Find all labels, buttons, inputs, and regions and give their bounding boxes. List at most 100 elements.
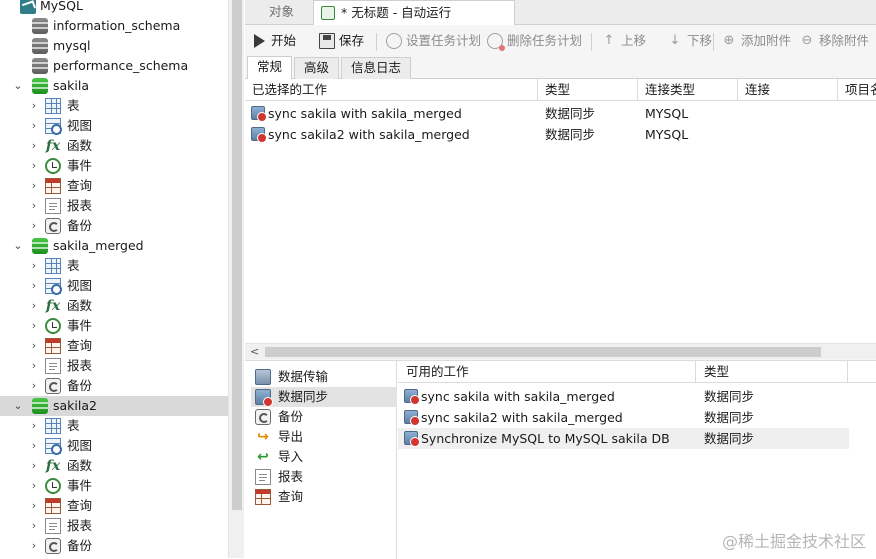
chevron-right-icon[interactable]: ›: [28, 216, 40, 236]
column-header-type[interactable]: 类型: [696, 361, 848, 383]
chevron-down-icon[interactable]: ⌄: [12, 76, 24, 96]
job-type-report[interactable]: 报表: [251, 467, 397, 487]
tree-node-db-sakila-merged[interactable]: ⌄ sakila_merged: [0, 236, 228, 256]
chevron-right-icon[interactable]: ›: [28, 196, 40, 216]
table-row[interactable]: sync sakila2 with sakila_merged 数据同步: [398, 407, 849, 428]
tree-node-functions[interactable]: › fx 函数: [0, 456, 228, 476]
tree-node-views[interactable]: › 视图: [0, 116, 228, 136]
column-header-connection[interactable]: 连接: [738, 79, 838, 101]
automation-icon: [321, 6, 335, 20]
tab-objects[interactable]: 对象: [259, 0, 304, 25]
scroll-left-icon[interactable]: <: [250, 345, 259, 358]
tree-node-tables[interactable]: › 表: [0, 96, 228, 116]
job-type-cell: 数据同步: [704, 428, 844, 449]
chevron-right-icon[interactable]: ›: [28, 476, 40, 496]
table-row[interactable]: sync sakila2 with sakila_merged 数据同步 MYS…: [245, 124, 876, 145]
query-icon: [45, 498, 61, 514]
tab-advanced[interactable]: 高级: [294, 57, 339, 79]
table-row[interactable]: sync sakila with sakila_merged 数据同步 MYSQ…: [245, 103, 876, 124]
tab-automation[interactable]: * 无标题 - 自动运行: [313, 0, 515, 25]
chevron-right-icon[interactable]: ›: [28, 116, 40, 136]
chevron-right-icon[interactable]: ›: [28, 276, 40, 296]
tree-node-views[interactable]: › 视图: [0, 436, 228, 456]
tree-node-functions[interactable]: › fx 函数: [0, 296, 228, 316]
tree-node-label: 备份: [67, 216, 92, 236]
column-header-available-job[interactable]: 可用的工作: [398, 361, 696, 383]
chevron-right-icon[interactable]: ›: [28, 536, 40, 556]
chevron-right-icon[interactable]: ›: [28, 336, 40, 356]
tree-node-functions[interactable]: › fx 函数: [0, 136, 228, 156]
navigation-tree[interactable]: MySQL information_schema mysql performan…: [0, 0, 228, 558]
chevron-down-icon[interactable]: ⌄: [12, 236, 24, 256]
chevron-right-icon[interactable]: ›: [28, 516, 40, 536]
chevron-right-icon[interactable]: ›: [28, 496, 40, 516]
tree-node-backups[interactable]: › 备份: [0, 376, 228, 396]
job-name-cell: sync sakila2 with sakila_merged: [245, 124, 538, 145]
job-name-cell: sync sakila with sakila_merged: [398, 386, 696, 407]
connection-type-cell: MYSQL: [645, 103, 738, 124]
chevron-right-icon[interactable]: ›: [28, 416, 40, 436]
column-header-connection-type[interactable]: 连接类型: [638, 79, 738, 101]
scrollbar-thumb[interactable]: [232, 0, 242, 510]
chevron-right-icon[interactable]: ›: [28, 156, 40, 176]
query-icon: [255, 489, 271, 505]
tab-general[interactable]: 常规: [247, 56, 292, 80]
tree-node-tables[interactable]: › 表: [0, 416, 228, 436]
tree-node-reports[interactable]: › 报表: [0, 196, 228, 216]
table-row[interactable]: Synchronize MySQL to MySQL sakila DB 数据同…: [398, 428, 849, 449]
tree-node-queries[interactable]: › 查询: [0, 496, 228, 516]
tree-node-db-information-schema[interactable]: information_schema: [0, 16, 228, 36]
tab-bar: 对象 * 无标题 - 自动运行: [245, 0, 876, 25]
chevron-right-icon[interactable]: ›: [28, 316, 40, 336]
job-type-query[interactable]: 查询: [251, 487, 397, 507]
tab-message-log[interactable]: 信息日志: [341, 57, 411, 79]
job-type-cell: 数据同步: [704, 407, 844, 428]
save-icon: [319, 33, 335, 49]
column-header-type[interactable]: 类型: [538, 79, 638, 101]
tree-vertical-scrollbar[interactable]: [228, 0, 244, 558]
tree-node-db-sakila[interactable]: ⌄ sakila: [0, 76, 228, 96]
data-sync-icon: [251, 127, 265, 141]
grid-horizontal-scrollbar[interactable]: <: [245, 343, 876, 359]
chevron-down-icon[interactable]: ⌄: [12, 396, 24, 416]
tree-node-db-mysql[interactable]: mysql: [0, 36, 228, 56]
chevron-right-icon[interactable]: ›: [28, 136, 40, 156]
chevron-right-icon[interactable]: ›: [28, 176, 40, 196]
job-type-data-transfer[interactable]: 数据传输: [251, 367, 397, 387]
chevron-right-icon[interactable]: ›: [28, 356, 40, 376]
tree-node-db-performance-schema[interactable]: performance_schema: [0, 56, 228, 76]
column-header-selected-job[interactable]: 已选择的工作: [245, 79, 538, 101]
tree-node-reports[interactable]: › 报表: [0, 516, 228, 536]
tree-node-mysql-connection[interactable]: MySQL: [0, 0, 228, 16]
chevron-right-icon[interactable]: ›: [28, 376, 40, 396]
backup-icon: [45, 218, 61, 234]
chevron-right-icon[interactable]: ›: [28, 96, 40, 116]
tree-node-backups[interactable]: › 备份: [0, 216, 228, 236]
tree-node-events[interactable]: › 事件: [0, 316, 228, 336]
tree-node-queries[interactable]: › 查询: [0, 176, 228, 196]
tree-node-queries[interactable]: › 查询: [0, 336, 228, 356]
table-row[interactable]: sync sakila with sakila_merged 数据同步: [398, 386, 849, 407]
tree-node-tables[interactable]: › 表: [0, 256, 228, 276]
tree-node-events[interactable]: › 事件: [0, 156, 228, 176]
column-header-project[interactable]: 项目名: [838, 79, 876, 101]
chevron-right-icon[interactable]: ›: [28, 256, 40, 276]
tree-node-db-sakila2[interactable]: ⌄ sakila2: [0, 396, 228, 416]
chevron-right-icon[interactable]: ›: [28, 436, 40, 456]
chevron-right-icon[interactable]: ›: [28, 456, 40, 476]
tree-node-label: 备份: [67, 536, 92, 556]
tree-node-views[interactable]: › 视图: [0, 276, 228, 296]
tree-node-reports[interactable]: › 报表: [0, 356, 228, 376]
tree-node-backups[interactable]: › 备份: [0, 536, 228, 556]
arrow-up-icon: ↑: [601, 33, 617, 49]
job-type-import[interactable]: ↩ 导入: [251, 447, 397, 467]
chevron-right-icon[interactable]: ›: [28, 296, 40, 316]
job-type-backup[interactable]: 备份: [251, 407, 397, 427]
query-icon: [45, 338, 61, 354]
tab-label: 常规: [257, 59, 282, 74]
scrollbar-thumb[interactable]: [265, 347, 821, 357]
backup-icon: [255, 409, 271, 425]
job-type-data-sync[interactable]: 数据同步: [251, 387, 397, 407]
tree-node-events[interactable]: › 事件: [0, 476, 228, 496]
job-type-export[interactable]: ↪ 导出: [251, 427, 397, 447]
